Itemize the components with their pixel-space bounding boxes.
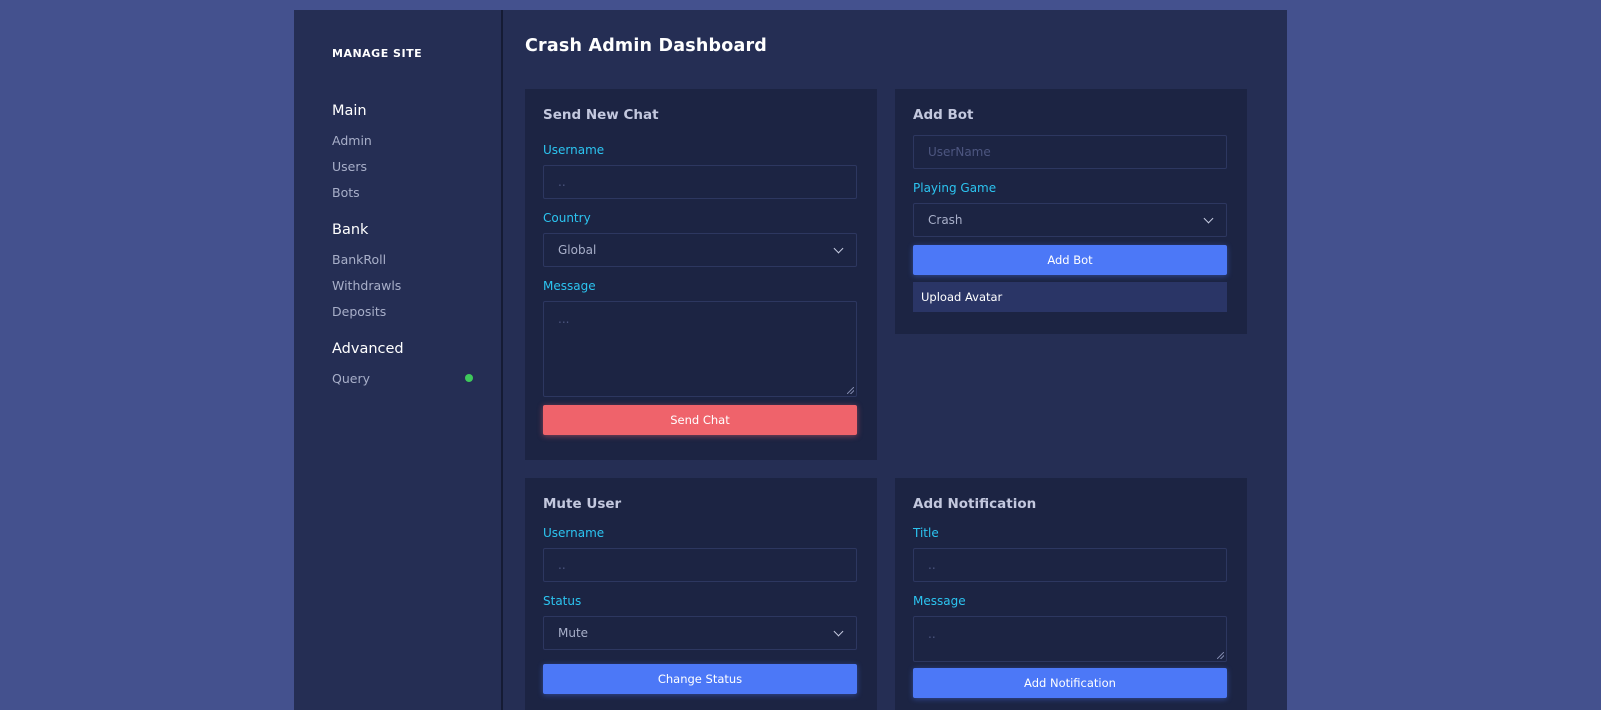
textarea-placeholder: ..: [928, 627, 936, 641]
sidebar-item-label: Bots: [332, 184, 360, 200]
sidebar-item-label: BankRoll: [332, 251, 387, 267]
message-label: Message: [913, 594, 966, 608]
sidebar-item-admin[interactable]: Admin: [332, 127, 501, 153]
status-dot-icon: [465, 374, 473, 382]
nav-heading-advanced: Advanced: [332, 341, 404, 357]
sidebar-item-users[interactable]: Users: [332, 153, 501, 179]
nav-group-bank: Bank BankRoll Withdrawls Deposits: [332, 222, 501, 324]
sidebar-brand: MANAGE SITE: [332, 47, 423, 60]
sidebar-item-label: Users: [332, 158, 368, 174]
add-bot-card: Add Bot UserName Playing Game Crash Add …: [895, 89, 1247, 334]
username-label: Username: [543, 143, 605, 157]
notification-message-textarea[interactable]: ..: [913, 616, 1227, 662]
card-title: Send New Chat: [543, 107, 659, 123]
main-content: Crash Admin Dashboard Send New Chat User…: [503, 10, 1287, 710]
mute-user-card: Mute User Username .. Status Mute Change…: [525, 478, 877, 710]
card-title: Mute User: [543, 496, 622, 512]
select-value: Mute: [558, 626, 589, 640]
notification-title-input[interactable]: ..: [913, 548, 1227, 582]
status-label: Status: [543, 594, 582, 608]
input-placeholder: ..: [558, 175, 566, 189]
input-placeholder: UserName: [928, 145, 991, 159]
playing-game-label: Playing Game: [913, 181, 997, 195]
username-label: Username: [543, 526, 605, 540]
add-notification-card: Add Notification Title .. Message .. Add…: [895, 478, 1247, 710]
country-select[interactable]: Global: [543, 233, 857, 267]
sidebar-item-bankroll[interactable]: BankRoll: [332, 246, 501, 272]
select-value: Global: [558, 243, 597, 257]
sidebar-item-label: Admin: [332, 132, 372, 148]
country-label: Country: [543, 211, 591, 225]
select-value: Crash: [928, 213, 963, 227]
nav-heading-bank: Bank: [332, 222, 369, 238]
input-placeholder: ..: [558, 558, 566, 572]
send-chat-card: Send New Chat Username .. Country Global…: [525, 89, 877, 460]
input-placeholder: ..: [928, 558, 936, 572]
mute-username-input[interactable]: ..: [543, 548, 857, 582]
chevron-down-icon: [833, 243, 844, 253]
nav-group-main: Main Admin Users Bots: [332, 103, 501, 205]
app-window: MANAGE SITE Main Admin Users Bots Bank B…: [294, 10, 1287, 710]
change-status-button[interactable]: Change Status: [543, 664, 857, 694]
card-title: Add Bot: [913, 107, 974, 123]
card-title: Add Notification: [913, 496, 1037, 512]
chat-message-textarea[interactable]: ...: [543, 301, 857, 397]
chevron-down-icon: [1203, 213, 1214, 223]
bot-username-input[interactable]: UserName: [913, 135, 1227, 169]
sidebar-item-label: Deposits: [332, 303, 387, 319]
title-label: Title: [913, 526, 939, 540]
sidebar-item-label: Query: [332, 370, 370, 386]
sidebar-item-withdrawls[interactable]: Withdrawls: [332, 272, 501, 298]
sidebar-item-bots[interactable]: Bots: [332, 179, 501, 205]
message-label: Message: [543, 279, 596, 293]
sidebar-item-label: Withdrawls: [332, 277, 402, 293]
send-chat-button[interactable]: Send Chat: [543, 405, 857, 435]
sidebar: MANAGE SITE Main Admin Users Bots Bank B…: [294, 10, 503, 710]
chevron-down-icon: [833, 626, 844, 636]
nav-group-advanced: Advanced Query: [332, 341, 501, 391]
sidebar-item-deposits[interactable]: Deposits: [332, 298, 501, 324]
upload-avatar-button[interactable]: Upload Avatar: [913, 282, 1227, 312]
resize-grip-icon[interactable]: [847, 387, 854, 394]
textarea-placeholder: ...: [558, 312, 570, 326]
resize-grip-icon[interactable]: [1217, 652, 1224, 659]
chat-username-input[interactable]: ..: [543, 165, 857, 199]
add-bot-button[interactable]: Add Bot: [913, 245, 1227, 275]
sidebar-item-query[interactable]: Query: [332, 365, 501, 391]
nav-heading-main: Main: [332, 103, 367, 119]
mute-status-select[interactable]: Mute: [543, 616, 857, 650]
page-title: Crash Admin Dashboard: [525, 36, 768, 56]
add-notification-button[interactable]: Add Notification: [913, 668, 1227, 698]
game-select[interactable]: Crash: [913, 203, 1227, 237]
